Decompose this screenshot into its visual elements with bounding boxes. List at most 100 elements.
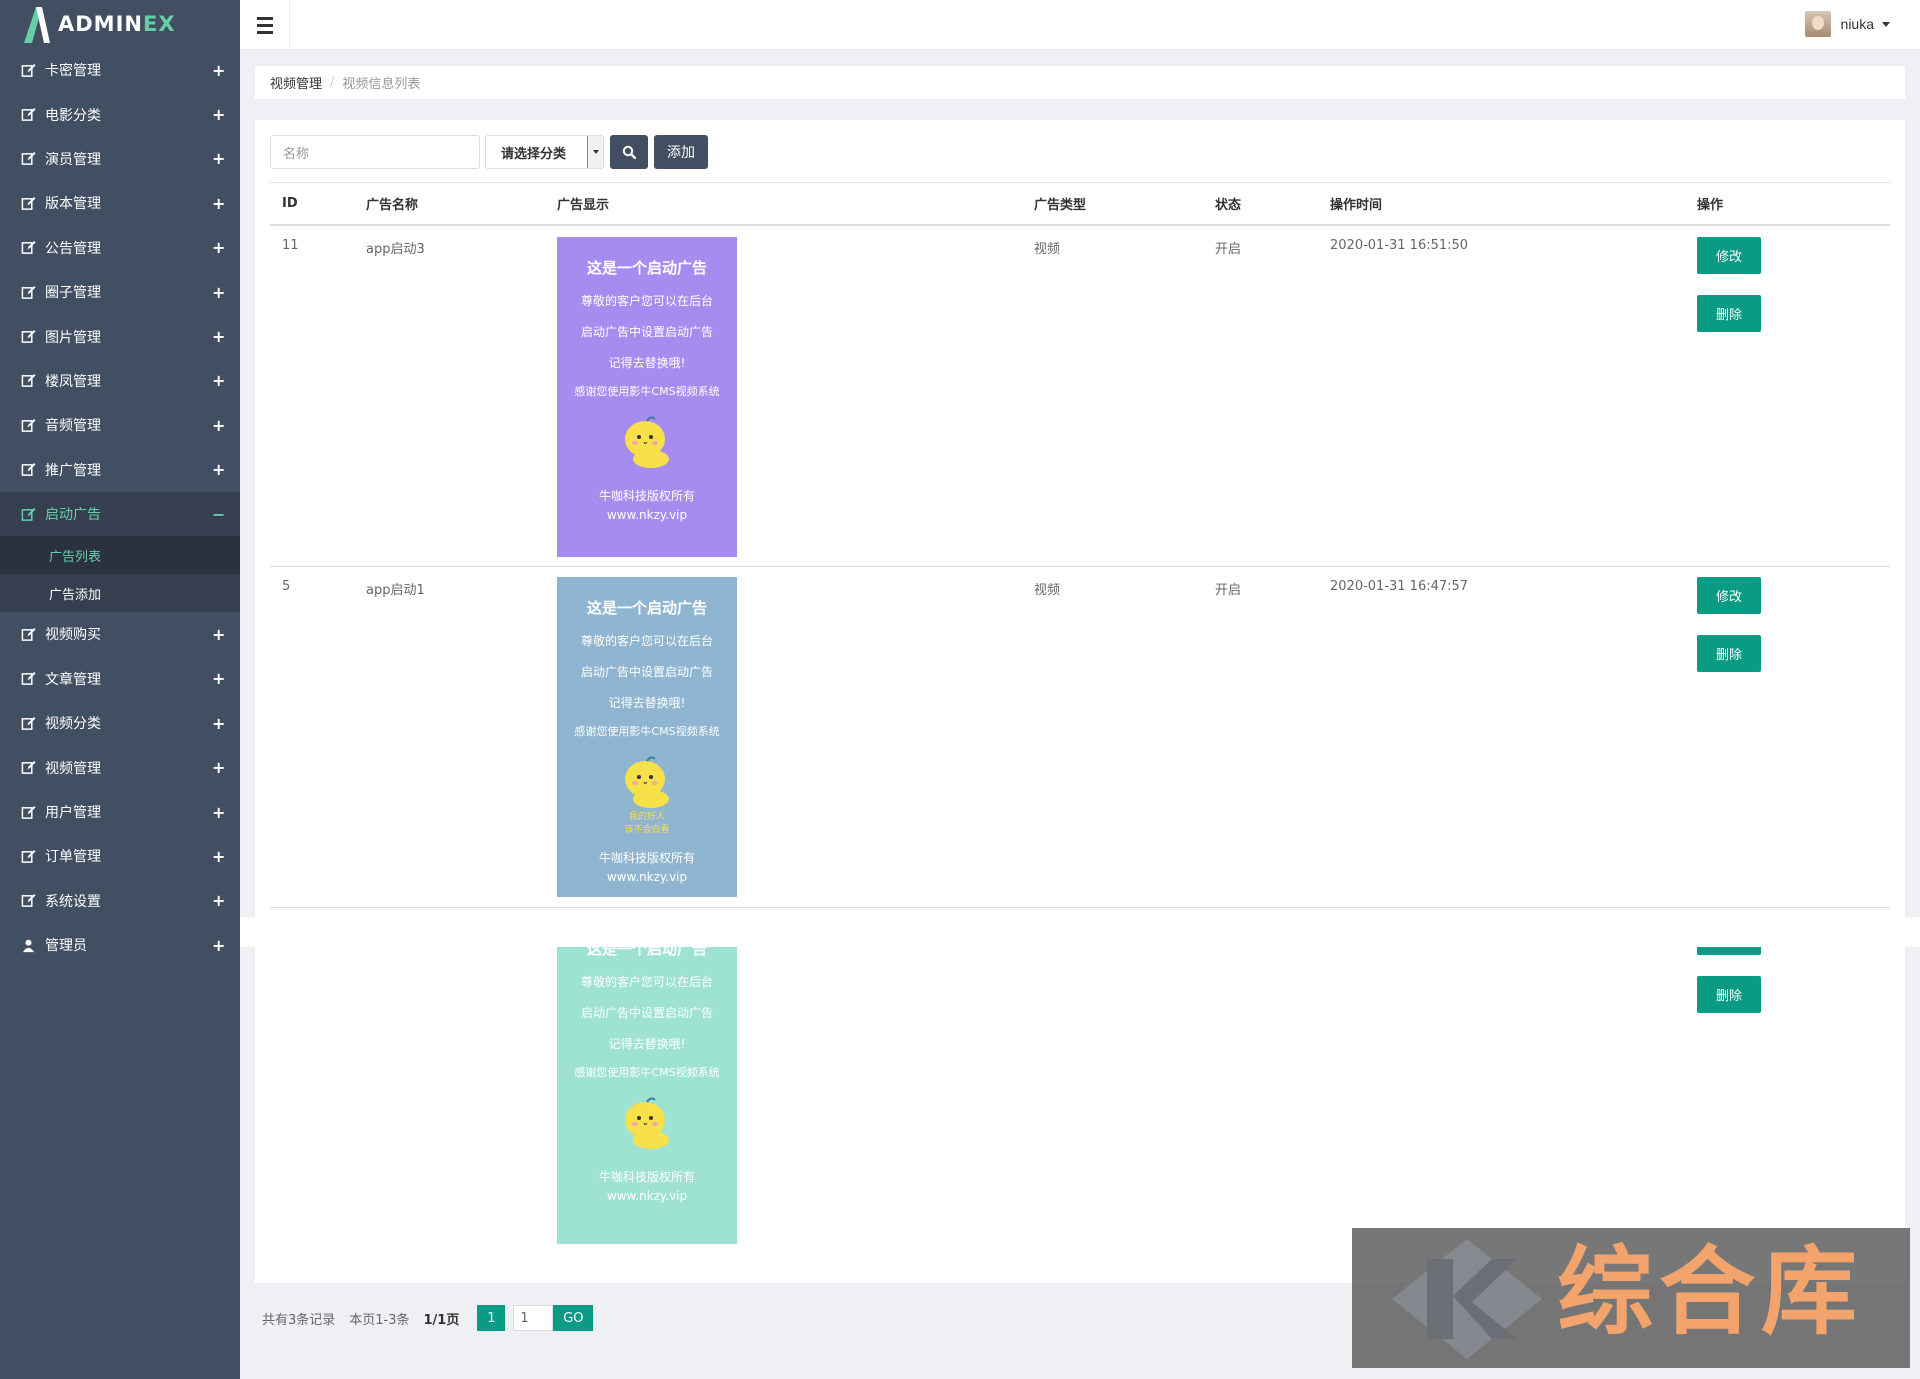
sidebar-item[interactable]: 视频管理 + xyxy=(0,745,240,789)
ad-line: 感谢您使用影牛CMS视频系统 xyxy=(574,725,720,738)
ad-title: 这是一个启动广告 xyxy=(586,259,707,277)
cell-name: app启动3 xyxy=(366,242,425,257)
edit-icon xyxy=(20,506,36,522)
ad-line: 记得去替换哦! xyxy=(608,1037,686,1051)
sidebar-item-label: 演员管理 xyxy=(45,151,101,168)
edit-icon xyxy=(20,195,36,211)
sidebar-item-label: 公告管理 xyxy=(45,240,101,257)
ad-image: 这是一个启动广告 尊敬的客户您可以在后台 启动广告中设置启动广告 记得去替换哦! 感谢您… xyxy=(557,237,737,557)
edit-icon xyxy=(20,373,36,389)
user-name: niuka xyxy=(1840,16,1874,32)
breadcrumb-root[interactable]: 视频管理 xyxy=(270,73,322,92)
logo[interactable]: ADMINEX xyxy=(0,0,240,48)
edit-icon xyxy=(20,284,36,300)
sidebar-item[interactable]: 卡密管理 + xyxy=(0,48,240,92)
page-jump-input[interactable]: 1 xyxy=(513,1305,554,1331)
sidebar-item[interactable]: 演员管理 + xyxy=(0,137,240,181)
sidebar-item[interactable]: 电影分类 + xyxy=(0,92,240,136)
go-button[interactable]: GO xyxy=(553,1305,594,1331)
sidebar-item[interactable]: 用户管理 + xyxy=(0,790,240,834)
sidebar-item[interactable]: 文章管理 + xyxy=(0,657,240,701)
mascot-chick-icon xyxy=(617,1094,677,1154)
edit-icon xyxy=(20,626,36,642)
sidebar-item-label: 圈子管理 xyxy=(45,285,101,302)
breadcrumb: 视频管理 / 视频信息列表 xyxy=(255,66,1905,99)
edit-icon xyxy=(20,760,36,776)
cell-time: 2020-01-31 16:51:50 xyxy=(1330,238,1469,253)
col-actions: 操作 xyxy=(1697,198,1724,213)
ad-sticker-text: 该不会白看 xyxy=(624,825,670,835)
table-row: 11 app启动3 这是一个启动广告 尊敬的客户您可以在后台 启动广告中设置启动广告… xyxy=(270,226,1890,567)
pager-range: 本页1-3条 xyxy=(349,1312,410,1328)
table-row: 这是一个启动广告 尊敬的客户您可以在后台 启动广告中设置启动广告 记得去替换哦! 感谢您… xyxy=(270,908,1890,1253)
avatar xyxy=(1804,11,1831,37)
expand-icon: + xyxy=(212,460,226,480)
page-1-button[interactable]: 1 xyxy=(477,1305,506,1331)
sidebar-item[interactable]: 系统设置 + xyxy=(0,879,240,923)
mascot-chick-icon xyxy=(617,753,677,813)
submenu-item[interactable]: 广告列表 xyxy=(0,536,240,575)
user-menu[interactable]: niuka xyxy=(1804,11,1890,37)
expand-icon: + xyxy=(212,846,226,866)
ad-line: 启动广告中设置启动广告 xyxy=(580,1006,713,1020)
sidebar-item-label: 视频分类 xyxy=(45,716,101,733)
delete-button[interactable]: 删除 xyxy=(1697,295,1761,332)
sidebar-item-label: 音频管理 xyxy=(45,418,101,435)
sidebar-item[interactable]: 启动广告 − xyxy=(0,491,240,537)
submenu-item[interactable]: 广告添加 xyxy=(0,574,240,613)
expand-icon: + xyxy=(212,282,226,302)
edit-button[interactable]: 修改 xyxy=(1697,577,1761,614)
ad-line: 启动广告中设置启动广告 xyxy=(580,665,713,679)
pagination: 共有3条记录 本页1-3条 1/1页 1 1 GO xyxy=(262,1305,594,1331)
expand-icon: + xyxy=(212,891,226,911)
ad-footer: 牛咖科技版权所有 xyxy=(598,851,695,865)
hamburger-icon xyxy=(256,15,273,36)
sidebar-item[interactable]: 公告管理 + xyxy=(0,226,240,270)
sidebar-item[interactable]: 版本管理 + xyxy=(0,181,240,225)
search-button[interactable] xyxy=(610,135,648,169)
search-icon xyxy=(622,145,636,159)
sidebar-item-label: 电影分类 xyxy=(45,107,101,124)
expand-icon: + xyxy=(212,415,226,435)
expand-icon: + xyxy=(212,193,226,213)
expand-icon: + xyxy=(212,371,226,391)
overlay-band xyxy=(240,917,1920,947)
sidebar-item[interactable]: 视频分类 + xyxy=(0,701,240,745)
ad-footer: 牛咖科技版权所有 xyxy=(598,489,695,503)
delete-button[interactable]: 删除 xyxy=(1697,635,1761,672)
sidebar-item[interactable]: 管理员 + xyxy=(0,923,240,967)
sidebar-item[interactable]: 楼凤管理 + xyxy=(0,359,240,403)
edit-icon xyxy=(20,151,36,167)
category-select[interactable]: 请选择分类 xyxy=(485,135,604,169)
name-search-input[interactable]: 名称 xyxy=(270,135,480,169)
menu-toggle-button[interactable] xyxy=(240,0,290,50)
col-type: 广告类型 xyxy=(1034,198,1087,213)
cell-id: 5 xyxy=(282,579,291,594)
ad-line: 启动广告中设置启动广告 xyxy=(580,325,713,339)
sidebar-item-label: 系统设置 xyxy=(45,893,101,910)
sidebar-item[interactable]: 推广管理 + xyxy=(0,448,240,492)
logo-text: ADMINEX xyxy=(58,12,176,36)
col-id: ID xyxy=(282,196,298,211)
sidebar-item[interactable]: 音频管理 + xyxy=(0,403,240,447)
delete-button[interactable]: 删除 xyxy=(1697,976,1761,1013)
search-toolbar: 名称 请选择分类 添加 xyxy=(270,135,708,169)
add-button[interactable]: 添加 xyxy=(654,135,708,169)
table-row: 5 app启动1 这是一个启动广告 尊敬的客户您可以在后台 启动广告中设置启动广告记… xyxy=(270,567,1890,908)
col-status: 状态 xyxy=(1215,198,1242,213)
sidebar-item[interactable]: 订单管理 + xyxy=(0,834,240,878)
sidebar-item[interactable]: 视频购买 + xyxy=(0,612,240,656)
expand-icon: + xyxy=(212,149,226,169)
edit-button[interactable]: 修改 xyxy=(1697,237,1761,274)
sidebar-item-label: 版本管理 xyxy=(45,196,101,213)
col-time: 操作时间 xyxy=(1330,198,1383,213)
sidebar-item[interactable]: 图片管理 + xyxy=(0,314,240,358)
cell-status: 开启 xyxy=(1215,583,1242,598)
cell-status: 开启 xyxy=(1215,242,1242,257)
edit-icon xyxy=(20,893,36,909)
cell-type: 视频 xyxy=(1034,242,1061,257)
expand-icon: + xyxy=(212,669,226,689)
sidebar-item[interactable]: 圈子管理 + xyxy=(0,270,240,314)
pager-pages: 1/1页 xyxy=(423,1312,460,1328)
sidebar-item-label: 视频管理 xyxy=(45,760,101,777)
